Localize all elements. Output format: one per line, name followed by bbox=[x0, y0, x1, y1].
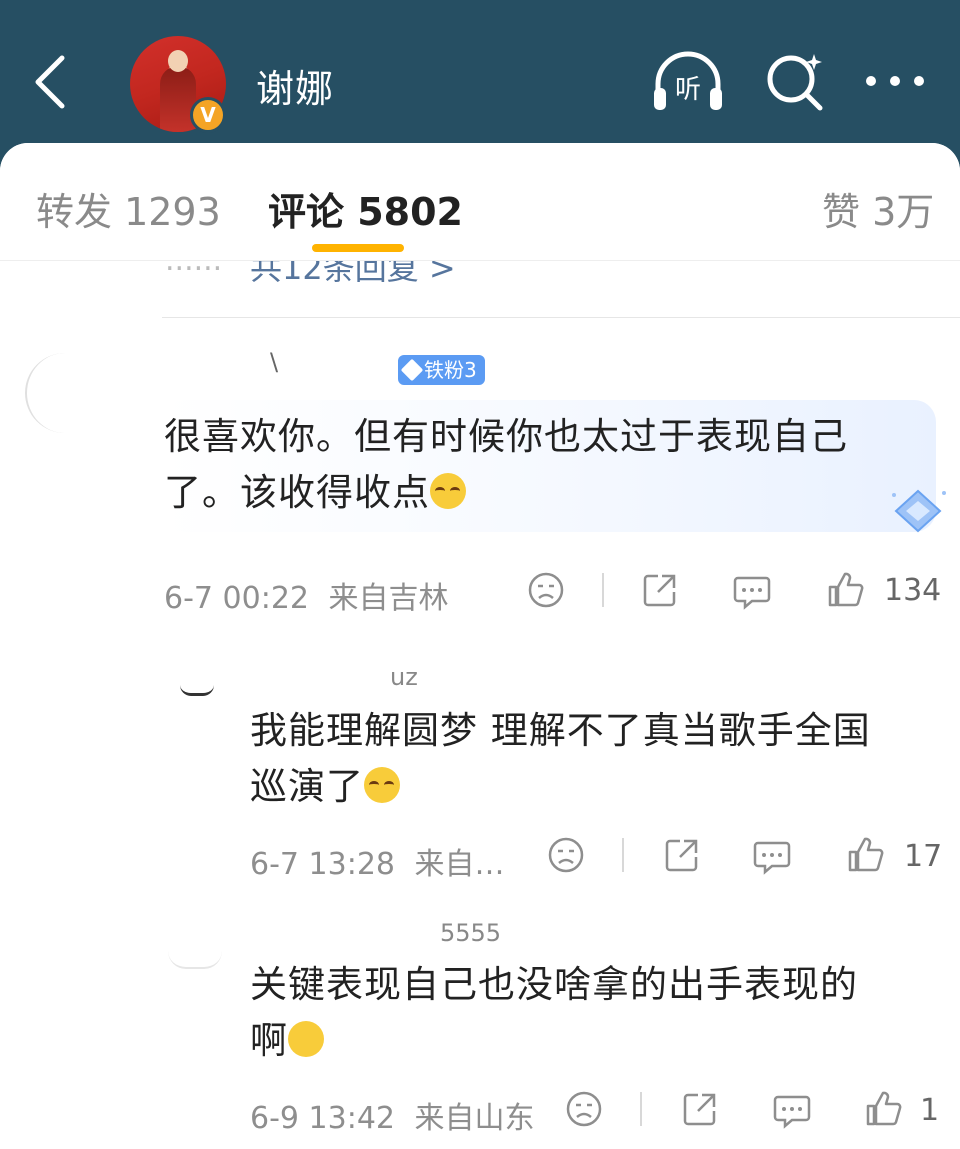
comment-text: 关键表现自己也没啥拿的出手表现的 啊 bbox=[250, 957, 858, 1069]
avatar[interactable] bbox=[168, 951, 222, 969]
laugh-cry-emoji-icon bbox=[364, 767, 400, 803]
comment-text: 我能理解圆梦 理解不了真当歌手全国 巡演了 bbox=[250, 703, 871, 815]
separator bbox=[602, 573, 604, 607]
listen-icon[interactable]: 听 bbox=[650, 48, 726, 114]
dislike-icon[interactable] bbox=[564, 1089, 604, 1129]
timestamp: 6-7 00:22 bbox=[164, 581, 309, 616]
like-icon[interactable] bbox=[864, 1089, 904, 1129]
share-icon[interactable] bbox=[680, 1089, 720, 1129]
more-icon[interactable] bbox=[862, 66, 928, 96]
location: 来自吉林 bbox=[328, 581, 449, 616]
share-icon[interactable] bbox=[640, 570, 680, 610]
tab-likes[interactable]: 赞 3万 bbox=[822, 181, 934, 236]
separator bbox=[640, 1092, 642, 1126]
back-icon[interactable] bbox=[28, 52, 72, 112]
separator bbox=[622, 838, 624, 872]
tab-repost[interactable]: 转发 1293 bbox=[36, 181, 221, 236]
comment-meta: 6-7 00:22 来自吉林 bbox=[164, 573, 449, 617]
laugh-cry-emoji-icon bbox=[430, 473, 466, 509]
search-icon[interactable] bbox=[764, 50, 826, 112]
share-icon[interactable] bbox=[662, 835, 702, 875]
verified-badge: V bbox=[190, 97, 226, 133]
divider bbox=[162, 317, 960, 318]
location: 来自山东 bbox=[414, 1101, 535, 1136]
diamond-icon bbox=[400, 358, 424, 382]
fan-badge-label: 铁粉3 bbox=[424, 358, 477, 382]
reply-icon[interactable] bbox=[752, 835, 792, 875]
avatar-head bbox=[168, 50, 188, 72]
tab-bar: 转发 1293 评论 5802 赞 3万 bbox=[0, 143, 960, 261]
like-count: 17 bbox=[904, 839, 943, 874]
comment-sheet: 转发 1293 评论 5802 赞 3万 ...... 共12条回复 > \ 铁… bbox=[0, 143, 960, 1149]
reply-icon[interactable] bbox=[732, 570, 772, 610]
username[interactable]: uz bbox=[390, 663, 418, 691]
comment-line: 很喜欢你。但有时候你也太过于表现自己 bbox=[164, 415, 848, 458]
comment-line: 我能理解圆梦 理解不了真当歌手全国 bbox=[250, 709, 871, 752]
comment-line: 巡演了 bbox=[250, 765, 364, 808]
fan-badge: 铁粉3 bbox=[398, 355, 485, 385]
like-count: 134 bbox=[884, 573, 942, 608]
like-icon[interactable] bbox=[846, 835, 886, 875]
comment-meta: 6-9 13:42 来自山东 bbox=[250, 1093, 535, 1137]
like-icon[interactable] bbox=[826, 570, 866, 610]
username[interactable]: 5555 bbox=[440, 919, 501, 947]
dislike-icon[interactable] bbox=[526, 570, 566, 610]
active-tab-indicator bbox=[312, 244, 404, 252]
comment-meta: 6-7 13:28 来自… bbox=[250, 839, 505, 883]
comment-text: 很喜欢你。但有时候你也太过于表现自己 了。该收得收点 bbox=[164, 409, 848, 521]
like-count: 1 bbox=[920, 1093, 940, 1128]
page-title[interactable]: 谢娜 bbox=[256, 58, 334, 113]
shush-emoji-icon bbox=[288, 1021, 324, 1057]
location: 来自… bbox=[414, 847, 505, 882]
comment-line: 了。该收得收点 bbox=[164, 471, 430, 514]
comment-line: 关键表现自己也没啥拿的出手表现的 bbox=[250, 963, 858, 1006]
tab-comments[interactable]: 评论 5802 bbox=[268, 181, 463, 236]
timestamp: 6-9 13:42 bbox=[250, 1101, 395, 1136]
comment-line: 啊 bbox=[250, 1019, 288, 1062]
dislike-icon[interactable] bbox=[546, 835, 586, 875]
timestamp: 6-7 13:28 bbox=[250, 847, 395, 882]
diamond-icon bbox=[892, 489, 946, 533]
reply-icon[interactable] bbox=[772, 1089, 812, 1129]
avatar[interactable] bbox=[25, 353, 105, 433]
avatar[interactable] bbox=[180, 685, 214, 696]
username[interactable]: \ bbox=[270, 348, 278, 376]
listen-label: 听 bbox=[675, 75, 701, 105]
